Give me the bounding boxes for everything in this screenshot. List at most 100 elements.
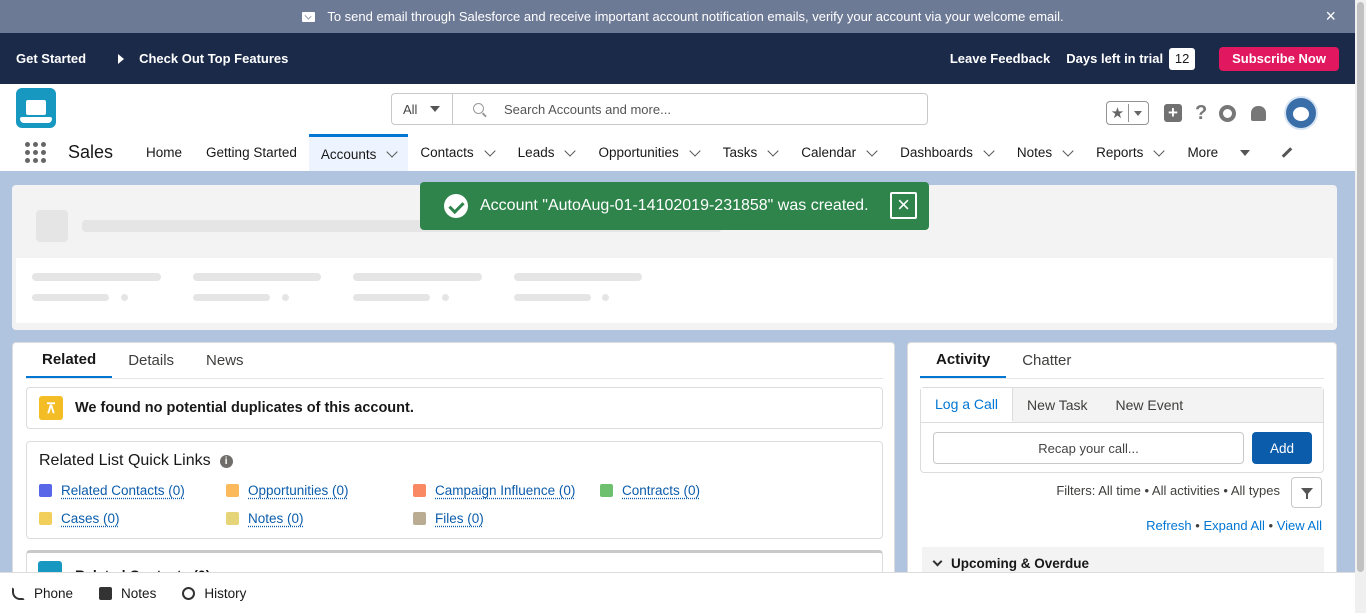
tab-details[interactable]: Details <box>112 343 190 378</box>
tab-new-task[interactable]: New Task <box>1013 388 1101 422</box>
quick-link-files[interactable]: Files (0) <box>413 511 484 526</box>
filter-icon[interactable] <box>1291 477 1322 508</box>
tab-label: More <box>1187 145 1219 160</box>
search-input[interactable] <box>504 94 904 124</box>
global-actions-plus-icon[interactable]: + <box>1164 104 1182 122</box>
tab-label: Dashboards <box>900 145 973 160</box>
user-avatar[interactable] <box>1284 96 1319 130</box>
separator: • <box>1195 518 1200 533</box>
search-scope-label: All <box>403 101 418 117</box>
tab-activity[interactable]: Activity <box>920 343 1007 378</box>
quick-links-title: Related List Quick Links i <box>39 452 233 470</box>
quick-link-contracts[interactable]: Contracts (0) <box>600 483 700 498</box>
quick-link-label[interactable]: Opportunities (0) <box>248 483 349 498</box>
info-icon[interactable]: i <box>219 454 233 468</box>
tab-reports[interactable]: Reports <box>1084 134 1175 171</box>
chevron-down-icon[interactable] <box>983 144 995 157</box>
tab-notes[interactable]: Notes <box>1005 134 1084 171</box>
quick-link-label[interactable]: Notes (0) <box>248 511 304 526</box>
add-button[interactable]: Add <box>1252 432 1312 464</box>
utility-notes[interactable]: Notes <box>99 586 156 601</box>
quick-links-card: Related List Quick Links i Related Conta… <box>26 441 883 539</box>
quick-link-label[interactable]: Cases (0) <box>61 511 120 526</box>
scrollbar-thumb[interactable] <box>1357 2 1364 572</box>
quick-link-cases[interactable]: Cases (0) <box>39 511 120 526</box>
close-toast-icon[interactable]: × <box>890 192 917 219</box>
refresh-link[interactable]: Refresh <box>1146 518 1192 533</box>
tab-accounts[interactable]: Accounts <box>308 134 409 171</box>
quick-link-campaign-influence[interactable]: Campaign Influence (0) <box>413 483 575 498</box>
duplicates-message: We found no potential duplicates of this… <box>75 400 414 416</box>
edit-nav-pencil-icon[interactable] <box>1281 147 1293 158</box>
tab-tasks[interactable]: Tasks <box>711 134 790 171</box>
chevron-down-icon[interactable] <box>866 144 878 157</box>
loading-placeholder <box>193 273 321 281</box>
notifications-bell-icon[interactable] <box>1251 105 1267 121</box>
tab-log-a-call[interactable]: Log a Call <box>921 388 1014 422</box>
loading-placeholder <box>353 273 482 281</box>
expand-all-link[interactable]: Expand All <box>1203 518 1264 533</box>
history-icon <box>182 586 196 600</box>
quick-link-related-contacts[interactable]: Related Contacts (0) <box>39 483 185 498</box>
loading-placeholder <box>602 294 609 301</box>
chevron-down-icon[interactable] <box>386 146 399 158</box>
tab-label: Leads <box>517 145 555 160</box>
top-features-link[interactable]: Check Out Top Features <box>139 51 288 66</box>
tab-label: Accounts <box>320 146 377 162</box>
tab-label: Calendar <box>801 145 857 160</box>
quick-link-notes[interactable]: Notes (0) <box>226 511 304 526</box>
chevron-down-icon[interactable] <box>484 144 496 157</box>
utility-phone[interactable]: Phone <box>12 586 73 601</box>
tab-related[interactable]: Related <box>26 343 113 378</box>
quick-link-label[interactable]: Files (0) <box>435 511 484 526</box>
tab-more[interactable]: More <box>1175 134 1262 171</box>
help-icon[interactable]: ? <box>1195 102 1207 125</box>
toast-message: Account "AutoAug-01-14102019-231858" was… <box>480 197 869 214</box>
search-scope-dropdown[interactable]: All <box>392 94 453 124</box>
loading-placeholder <box>121 294 128 301</box>
quick-link-opportunities[interactable]: Opportunities (0) <box>226 483 349 498</box>
nav-tabs: Home Getting Started Accounts Contacts L… <box>134 134 1262 171</box>
merge-icon: ⊼ <box>39 396 63 420</box>
get-started-link[interactable]: Get Started <box>16 51 86 66</box>
chevron-down-icon[interactable] <box>1062 144 1074 157</box>
tab-calendar[interactable]: Calendar <box>789 134 888 171</box>
favorites-button[interactable]: ★ <box>1106 101 1149 125</box>
tab-new-event[interactable]: New Event <box>1101 388 1197 422</box>
tab-news[interactable]: News <box>190 343 260 378</box>
tab-getting-started[interactable]: Getting Started <box>194 134 309 171</box>
chevron-down-icon[interactable] <box>1153 144 1166 157</box>
app-navigation: Sales Home Getting Started Accounts Cont… <box>0 134 1366 171</box>
close-banner-icon[interactable]: × <box>1325 7 1336 25</box>
recap-call-input[interactable]: Recap your call... <box>933 432 1244 464</box>
salesforce-logo[interactable] <box>16 88 56 128</box>
global-search: All <box>391 93 928 125</box>
setup-gear-icon[interactable] <box>1219 104 1237 122</box>
contacts-icon <box>39 484 52 497</box>
tab-contacts[interactable]: Contacts <box>408 134 505 171</box>
quick-link-label[interactable]: Contracts (0) <box>622 483 700 498</box>
view-all-link[interactable]: View All <box>1277 518 1322 533</box>
quick-link-label[interactable]: Related Contacts (0) <box>61 483 185 498</box>
banner-text: To send email through Salesforce and rec… <box>327 9 1064 24</box>
subscribe-now-button[interactable]: Subscribe Now <box>1219 46 1339 71</box>
tab-dashboards[interactable]: Dashboards <box>888 134 1005 171</box>
app-launcher-icon[interactable] <box>25 142 46 163</box>
chevron-down-icon[interactable] <box>689 144 701 157</box>
page-scrollbar[interactable] <box>1355 0 1366 613</box>
leave-feedback-link[interactable]: Leave Feedback <box>950 51 1050 66</box>
quick-link-label[interactable]: Campaign Influence (0) <box>435 483 575 498</box>
tab-chatter[interactable]: Chatter <box>1006 343 1087 378</box>
days-left-count: 12 <box>1169 47 1196 70</box>
activity-tabs: Activity Chatter <box>920 343 1324 379</box>
chevron-down-icon[interactable] <box>564 144 577 157</box>
tab-home[interactable]: Home <box>134 134 194 171</box>
contract-icon <box>600 484 613 497</box>
tab-leads[interactable]: Leads <box>506 134 587 171</box>
chevron-down-icon <box>932 556 943 566</box>
chevron-down-icon[interactable] <box>767 144 779 157</box>
utility-history[interactable]: History <box>182 586 246 601</box>
tab-label: Notes <box>1016 145 1053 160</box>
trial-bar: Get Started Check Out Top Features Leave… <box>0 33 1366 84</box>
tab-opportunities[interactable]: Opportunities <box>586 134 710 171</box>
